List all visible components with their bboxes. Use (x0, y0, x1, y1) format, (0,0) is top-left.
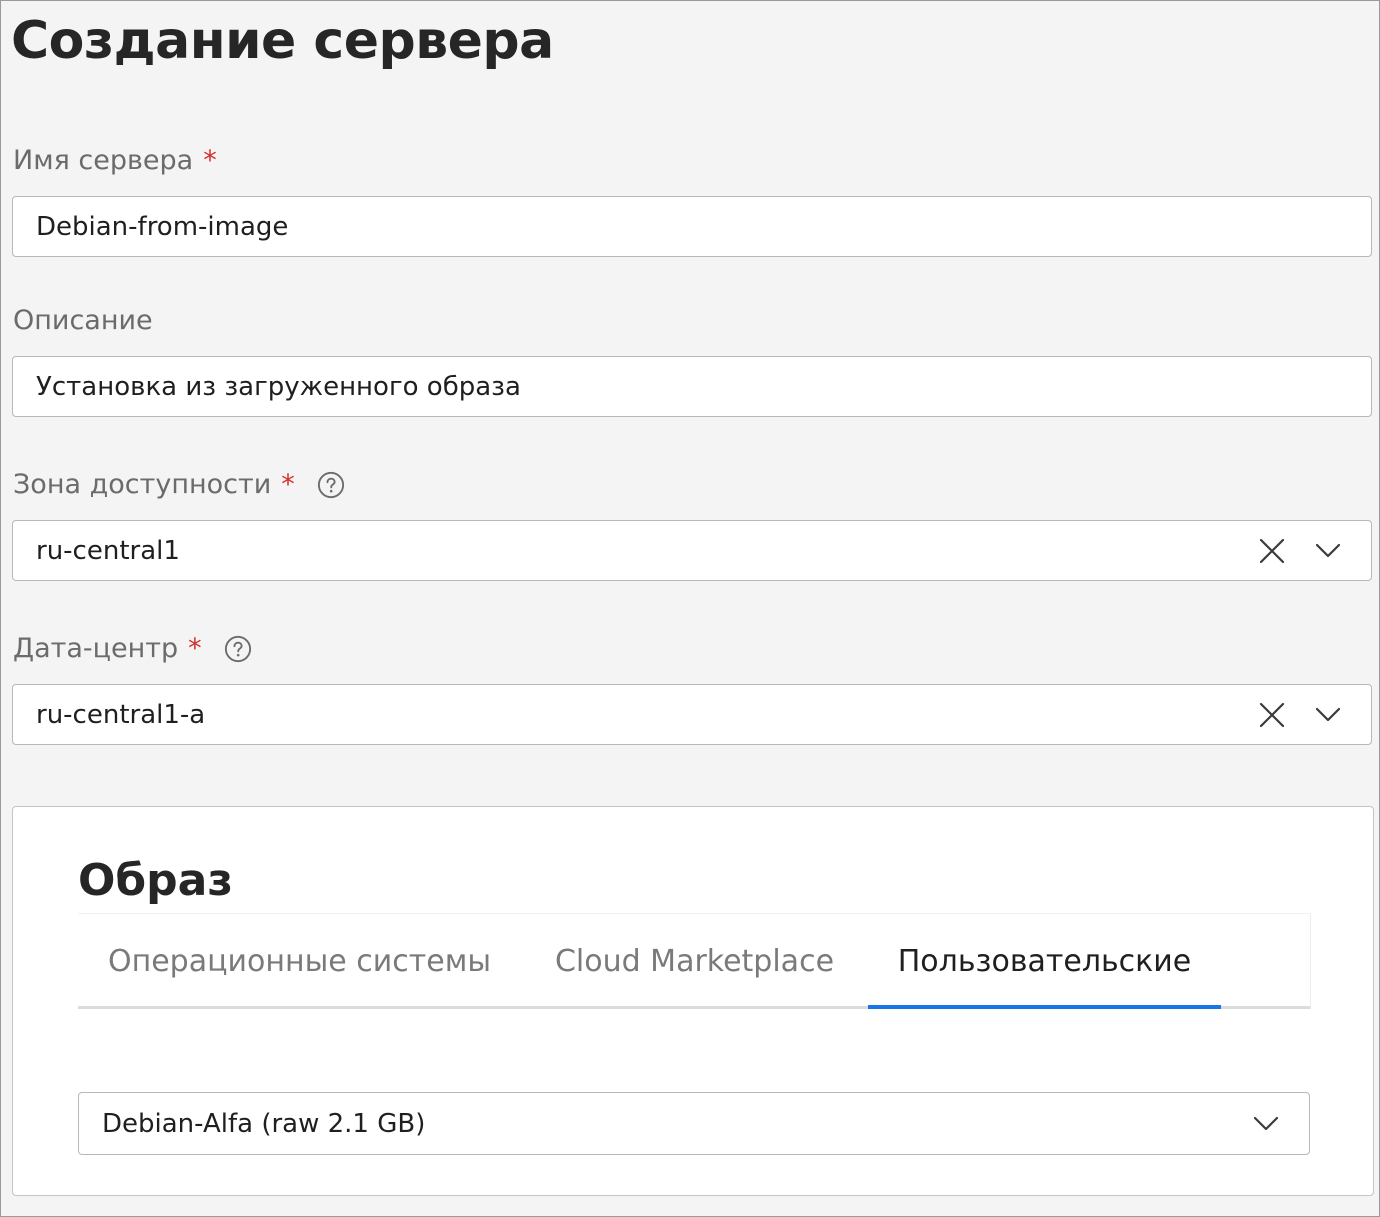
server-name-label-text: Имя сервера (13, 145, 194, 176)
datacenter-label: Дата-центр * (13, 632, 252, 666)
help-circle-icon[interactable] (224, 635, 252, 663)
required-mark: * (203, 145, 217, 176)
chevron-down-icon[interactable] (1315, 541, 1341, 561)
description-label: Описание (13, 304, 153, 338)
image-select-value: Debian-Alfa (raw 2.1 GB) (102, 1109, 426, 1139)
tab-operating-systems[interactable]: Операционные системы (78, 914, 521, 1009)
availability-zone-value: ru-central1 (36, 536, 180, 566)
close-icon[interactable] (1259, 538, 1285, 564)
server-name-label: Имя сервера * (13, 144, 217, 178)
image-source-tabs: Операционные системы Cloud Marketplace П… (78, 913, 1311, 1009)
tab-cloud-marketplace[interactable]: Cloud Marketplace (521, 914, 868, 1009)
help-circle-icon[interactable] (317, 471, 345, 499)
page-title: Создание сервера (11, 11, 554, 71)
availability-zone-label: Зона доступности * (13, 468, 345, 502)
create-server-page: Создание сервера Имя сервера * Описание … (0, 0, 1380, 1217)
image-select[interactable]: Debian-Alfa (raw 2.1 GB) (78, 1092, 1310, 1155)
tab-label: Пользовательские (897, 944, 1192, 979)
chevron-down-icon[interactable] (1315, 705, 1341, 725)
availability-zone-label-text: Зона доступности (13, 469, 272, 500)
image-section-title: Образ (78, 855, 233, 906)
tab-label: Cloud Marketplace (554, 944, 835, 979)
tab-label: Операционные системы (107, 944, 492, 979)
datacenter-value: ru-central1-a (36, 700, 206, 730)
description-input[interactable] (12, 356, 1372, 417)
required-mark: * (281, 469, 295, 500)
image-section-card: Образ Операционные системы Cloud Marketp… (12, 806, 1374, 1196)
availability-zone-select[interactable]: ru-central1 (12, 520, 1372, 581)
datacenter-label-text: Дата-центр (13, 633, 179, 664)
close-icon[interactable] (1259, 702, 1285, 728)
chevron-down-icon[interactable] (1253, 1114, 1279, 1134)
required-mark: * (188, 633, 202, 664)
datacenter-select[interactable]: ru-central1-a (12, 684, 1372, 745)
description-label-text: Описание (13, 305, 153, 336)
server-name-input[interactable] (12, 196, 1372, 257)
tab-custom-images[interactable]: Пользовательские (868, 914, 1221, 1009)
active-tab-indicator (868, 1005, 1221, 1009)
